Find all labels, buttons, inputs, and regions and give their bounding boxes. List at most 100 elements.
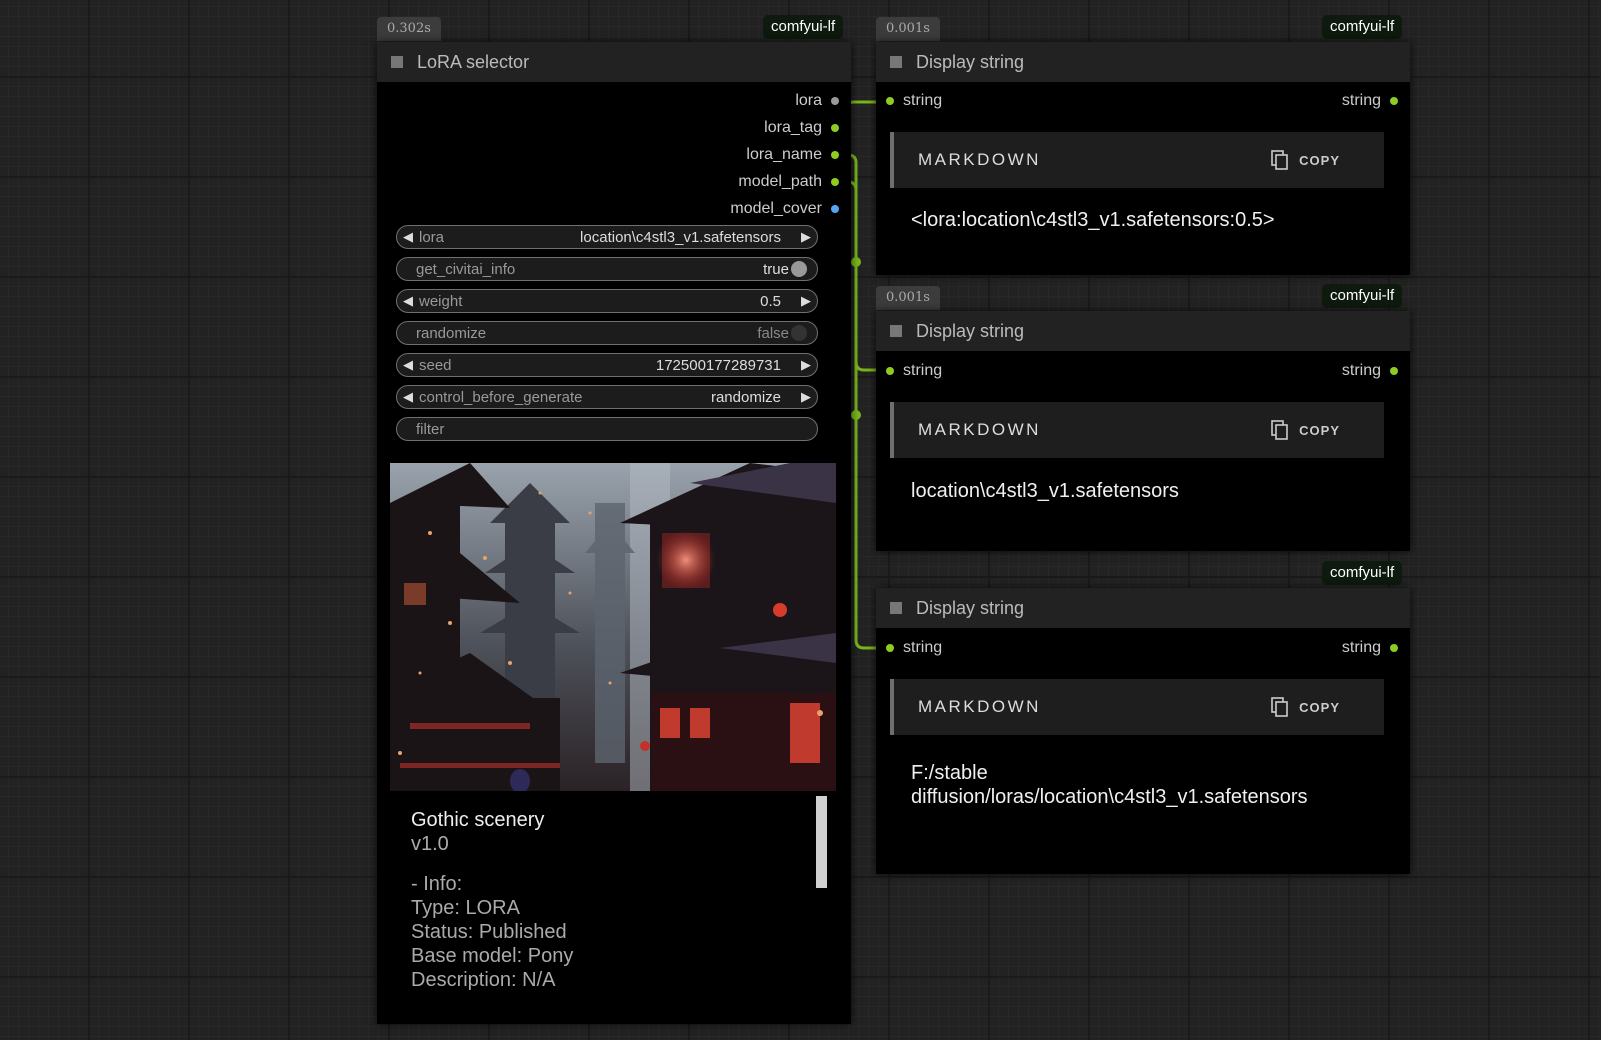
copy-button[interactable]: COPY [1271, 420, 1340, 440]
increment-arrow-icon[interactable]: ▶ [795, 229, 817, 245]
copy-button[interactable]: COPY [1271, 150, 1340, 170]
output-dot[interactable] [831, 97, 839, 105]
copy-icon [1271, 697, 1288, 717]
node-title-bar[interactable]: LoRA selector [377, 42, 851, 82]
execution-time-badge: 0.001s [876, 286, 940, 310]
markdown-label: MARKDOWN [918, 420, 1041, 439]
filter-placeholder: filter [416, 420, 445, 438]
widget-label: control_before_generate [419, 388, 583, 406]
collapse-toggle[interactable] [391, 56, 403, 68]
increment-arrow-icon[interactable]: ▶ [795, 293, 817, 309]
widget-label: get_civitai_info [416, 260, 516, 278]
increment-arrow-icon[interactable]: ▶ [795, 389, 817, 405]
output-slot-string[interactable]: string [1342, 639, 1398, 657]
node-title-bar[interactable]: Display string [876, 311, 1410, 351]
widget-value: 172500177289731 [655, 356, 781, 374]
output-label: string [1341, 362, 1381, 379]
output-slot-lora-name[interactable]: lora_name [746, 146, 839, 164]
decrement-arrow-icon[interactable]: ◀ [397, 357, 419, 373]
output-label: lora [795, 92, 822, 109]
node-source-badge: comfyui-lf [1322, 15, 1403, 39]
toggle-on-icon[interactable] [791, 261, 807, 277]
output-slot-string[interactable]: string [1342, 362, 1398, 380]
control-before-generate-combo[interactable]: ◀ control_before_generate randomize ▶ [396, 385, 818, 409]
output-label: lora_name [746, 146, 822, 163]
decrement-arrow-icon[interactable]: ◀ [397, 293, 419, 309]
output-label: string [1341, 92, 1381, 109]
output-slot-model-cover[interactable]: model_cover [730, 200, 839, 218]
get-civitai-info-toggle[interactable]: get_civitai_info true [396, 257, 818, 281]
input-slot-string[interactable]: string [886, 639, 942, 657]
input-label: string [903, 362, 943, 379]
copy-label: COPY [1299, 152, 1340, 168]
node-title-bar[interactable]: Display string [876, 588, 1410, 628]
input-slot-string[interactable]: string [886, 92, 942, 110]
link-node-dot [851, 257, 861, 267]
decrement-arrow-icon[interactable]: ◀ [397, 389, 419, 405]
markdown-header: MARKDOWN COPY [890, 132, 1384, 188]
output-slot-string[interactable]: string [1342, 92, 1398, 110]
markdown-header: MARKDOWN COPY [890, 679, 1384, 735]
output-slot-model-path[interactable]: model_path [738, 173, 839, 191]
widget-value: true [763, 260, 789, 278]
info-status: Status: Published [411, 921, 567, 943]
node-title: Display string [916, 320, 1025, 341]
widget-value: false [757, 324, 789, 342]
lora-combo-widget[interactable]: ◀ lora location\c4stl3_v1.safetensors ▶ [396, 225, 818, 249]
output-label: model_path [738, 173, 822, 190]
output-dot[interactable] [1390, 97, 1398, 105]
info-heading: - Info: [411, 873, 463, 895]
copy-icon [1271, 420, 1288, 440]
output-label: lora_tag [764, 119, 822, 136]
model-cover-image [390, 463, 836, 791]
filter-text-widget[interactable]: filter [396, 417, 818, 441]
info-type: Type: LORA [411, 897, 520, 919]
node-title-bar[interactable]: Display string [876, 42, 1410, 82]
collapse-toggle[interactable] [890, 602, 902, 614]
output-dot[interactable] [831, 124, 839, 132]
input-dot[interactable] [886, 97, 894, 105]
info-base-model: Base model: Pony [411, 945, 574, 967]
markdown-output-text: F:/stable diffusion/loras/location\c4stl… [911, 761, 1308, 809]
weight-number-widget[interactable]: ◀ weight 0.5 ▶ [396, 289, 818, 313]
widget-value: location\c4stl3_v1.safetensors [580, 228, 781, 246]
copy-icon [1271, 150, 1288, 170]
output-dot[interactable] [831, 178, 839, 186]
copy-label: COPY [1299, 422, 1340, 438]
input-dot[interactable] [886, 367, 894, 375]
increment-arrow-icon[interactable]: ▶ [795, 357, 817, 373]
seed-number-widget[interactable]: ◀ seed 172500177289731 ▶ [396, 353, 818, 377]
output-dot[interactable] [1390, 367, 1398, 375]
widget-label: seed [419, 356, 452, 374]
input-label: string [903, 92, 943, 109]
node-title: Display string [916, 597, 1025, 618]
widget-label: weight [419, 292, 463, 310]
copy-label: COPY [1299, 699, 1340, 715]
collapse-toggle[interactable] [890, 325, 902, 337]
markdown-text-line: F:/stable [911, 762, 988, 784]
input-dot[interactable] [886, 644, 894, 652]
info-scrollbar[interactable] [816, 796, 827, 888]
input-slot-string[interactable]: string [886, 362, 942, 380]
output-slot-lora[interactable]: lora [795, 92, 839, 110]
output-dot[interactable] [831, 151, 839, 159]
collapse-toggle[interactable] [890, 56, 902, 68]
display-string-node-2[interactable]: Display string string string MARKDOWN CO… [876, 311, 1410, 551]
markdown-label: MARKDOWN [918, 150, 1041, 169]
toggle-off-icon[interactable] [791, 325, 807, 341]
widget-label: lora [419, 228, 445, 246]
output-dot[interactable] [1390, 644, 1398, 652]
display-string-node-1[interactable]: Display string string string MARKDOWN CO… [876, 42, 1410, 275]
lora-selector-node[interactable]: LoRA selector lora lora_tag lora_name mo… [377, 42, 851, 1024]
node-source-badge: comfyui-lf [1322, 561, 1403, 585]
decrement-arrow-icon[interactable]: ◀ [397, 229, 419, 245]
output-dot[interactable] [831, 205, 839, 213]
randomize-toggle[interactable]: randomize false [396, 321, 818, 345]
copy-button[interactable]: COPY [1271, 697, 1340, 717]
output-label: string [1341, 639, 1381, 656]
display-string-node-3[interactable]: Display string string string MARKDOWN CO… [876, 588, 1410, 874]
node-title: LoRA selector [417, 51, 530, 72]
output-slot-lora-tag[interactable]: lora_tag [764, 119, 839, 137]
model-title: Gothic scenery [411, 809, 545, 831]
model-info-panel[interactable]: Gothic scenery v1.0 - Info: Type: LORA S… [390, 792, 836, 1010]
